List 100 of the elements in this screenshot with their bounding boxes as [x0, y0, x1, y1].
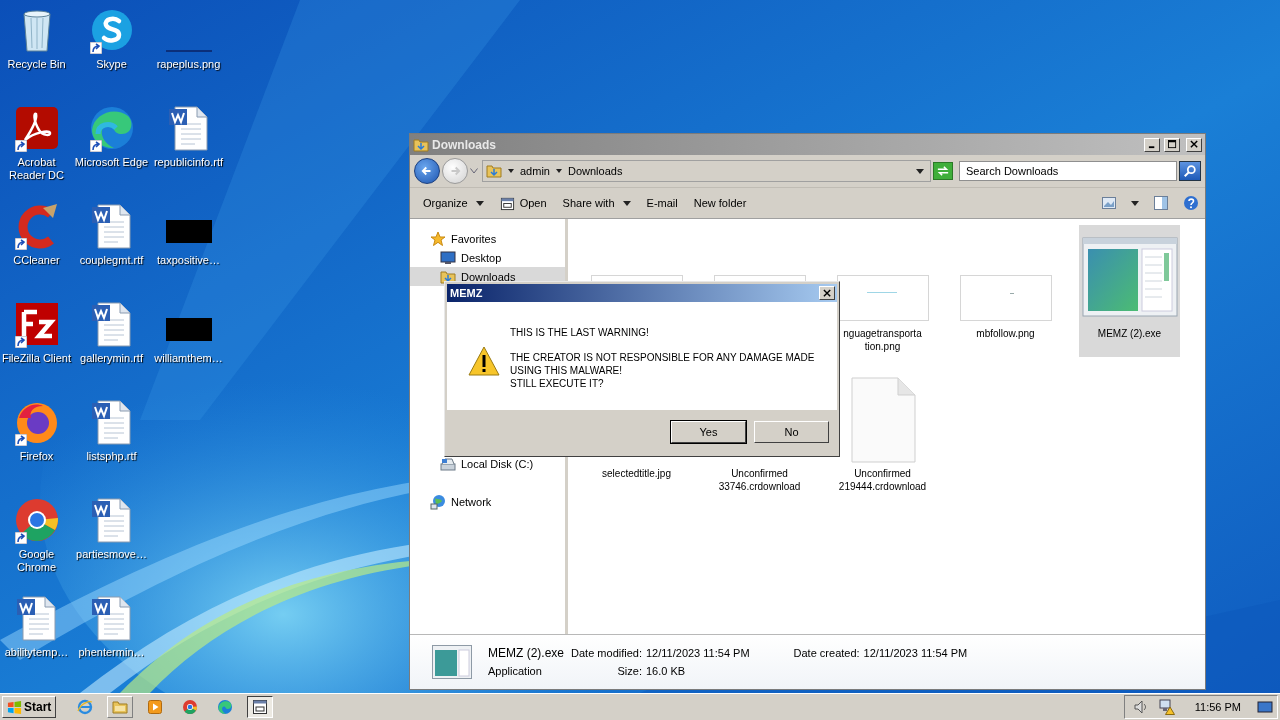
search-icon	[1183, 164, 1197, 178]
icon-label[interactable]: listsphp.rtf	[86, 450, 137, 463]
nav-item[interactable]: Desktop	[410, 248, 565, 267]
message-text: USING THIS MALWARE!	[510, 364, 624, 377]
monitor-icon	[440, 249, 456, 266]
toolbar-button[interactable]: Organize	[418, 195, 489, 211]
start-button[interactable]: Start	[2, 696, 57, 718]
icon-label[interactable]: rapeplus.png	[156, 58, 221, 71]
icon-label[interactable]: couplegmt.rtf	[79, 254, 144, 267]
windows-flag-icon	[7, 699, 22, 715]
selected-file[interactable]: MEMZ (2).exe	[1079, 225, 1180, 357]
app-window-icon	[432, 645, 472, 679]
toolbar-button[interactable]: New folder	[688, 195, 752, 211]
search-button[interactable]	[1179, 161, 1201, 181]
close-button[interactable]	[819, 286, 835, 300]
folder-icon	[413, 136, 429, 153]
message-text: THE CREATOR IS NOT RESPONSIBLE FOR ANY DAMAGE MADE	[510, 351, 815, 364]
image-thumbnail[interactable]	[836, 275, 929, 321]
file-name: MEMZ (2).exe	[488, 646, 565, 660]
dialog-button[interactable]: Yes	[671, 421, 746, 443]
field-label: Date modified:	[570, 647, 642, 659]
caret-icon	[622, 200, 631, 206]
clock[interactable]: 11:56 PM	[1194, 701, 1241, 713]
icon-label[interactable]: Google Chrome	[0, 548, 73, 574]
dialog-button[interactable]: No	[754, 421, 829, 443]
file-type: Application	[488, 665, 543, 677]
close-icon	[1189, 140, 1199, 149]
image-thumbnail[interactable]	[959, 275, 1052, 321]
preview-pane-icon[interactable]	[1153, 195, 1169, 211]
maximize-icon	[1167, 140, 1177, 149]
icon-label[interactable]: gallerymin.rtf	[80, 352, 143, 365]
nav-item[interactable]: Network	[410, 492, 565, 511]
browser-icon	[217, 699, 234, 715]
icon-label[interactable]: Recycle Bin	[7, 58, 66, 71]
history-dropdown-icon[interactable]	[470, 168, 478, 174]
address-bar[interactable]: admin Downloads	[482, 160, 931, 182]
show-desktop-icon[interactable]	[1257, 699, 1273, 715]
field-value: 12/11/2023 11:54 PM	[863, 647, 968, 659]
file-name: mbfollow.png	[976, 327, 1035, 340]
icon-label[interactable]: abilitytemp…	[4, 646, 69, 659]
app-window-icon	[252, 699, 269, 715]
file-name: nguagetransporta	[843, 327, 922, 340]
minimize-button[interactable]	[1144, 137, 1160, 152]
close-icon	[822, 288, 832, 298]
toolbar-button[interactable]: Open	[494, 193, 552, 213]
message-text: STILL EXECUTE IT?	[510, 377, 605, 390]
star-icon	[430, 230, 446, 247]
globe-icon	[430, 493, 446, 510]
maximize-button[interactable]	[1164, 137, 1180, 152]
caret-icon[interactable]	[1131, 200, 1139, 206]
speaker-icon[interactable]	[1132, 699, 1149, 715]
file-name: Unconfirmed	[731, 467, 788, 480]
back-button[interactable]	[414, 158, 440, 184]
breadcrumb[interactable]: Downloads	[567, 165, 623, 177]
browser-icon	[77, 699, 94, 715]
icon-label[interactable]: partiesmove…	[76, 548, 147, 561]
refresh-button[interactable]	[933, 162, 953, 180]
network-warning-icon[interactable]	[1158, 699, 1175, 715]
field-label: Date created:	[793, 647, 860, 659]
back-arrow-icon	[420, 164, 434, 178]
window-title: Downloads	[432, 137, 496, 152]
refresh-icon	[936, 165, 950, 177]
icon-label[interactable]: Firefox	[19, 450, 54, 463]
app-window-icon[interactable]	[1081, 237, 1178, 317]
message-text: THIS IS THE LAST WARNING!	[510, 326, 650, 339]
toolbar-button[interactable]: Share with	[557, 195, 636, 211]
field-label: Size:	[616, 665, 642, 677]
close-button[interactable]	[1186, 137, 1202, 152]
icon-label[interactable]: Acrobat Reader DC	[0, 156, 73, 182]
media-player-icon	[147, 699, 164, 715]
nav-item[interactable]: Favorites	[410, 229, 565, 248]
icon-label[interactable]: FileZilla Client	[1, 352, 72, 365]
caret-icon[interactable]	[916, 168, 924, 174]
icon-label[interactable]: Skype	[96, 58, 127, 71]
help-icon[interactable]	[1183, 195, 1199, 211]
toolbar-button[interactable]: E-mail	[641, 195, 683, 211]
nav-item[interactable]: Local Disk (C:)	[410, 454, 565, 473]
icon-label[interactable]: Microsoft Edge	[74, 156, 149, 169]
search-field[interactable]: Search Downloads	[959, 161, 1177, 181]
icon-label[interactable]: CCleaner	[13, 254, 60, 267]
file-name: 219444.crdownload	[838, 480, 927, 493]
app-window-icon	[499, 195, 515, 211]
folder-icon	[486, 163, 502, 179]
breadcrumb[interactable]: admin	[520, 165, 550, 177]
caret-icon[interactable]	[508, 169, 514, 173]
file-name: tion.png	[864, 340, 901, 353]
icon-label[interactable]: republicinfo.rtf	[153, 156, 224, 169]
file-name: MEMZ (2).exe	[1097, 327, 1162, 340]
dialog-title: MEMZ	[450, 287, 483, 299]
caret-icon[interactable]	[555, 169, 562, 173]
taskbar-button[interactable]	[247, 696, 274, 718]
file-name: Unconfirmed	[854, 467, 911, 480]
file-name: 33746.crdownload	[718, 480, 801, 493]
views-icon[interactable]	[1101, 195, 1117, 211]
icon-label[interactable]: phentermin…	[78, 646, 145, 659]
icon-label[interactable]: taxpositive…	[157, 254, 220, 267]
browser-icon	[182, 699, 199, 715]
icon-label[interactable]: williamthem…	[154, 352, 223, 365]
field-value: 16.0 KB	[646, 665, 687, 677]
caret-icon	[475, 200, 484, 206]
